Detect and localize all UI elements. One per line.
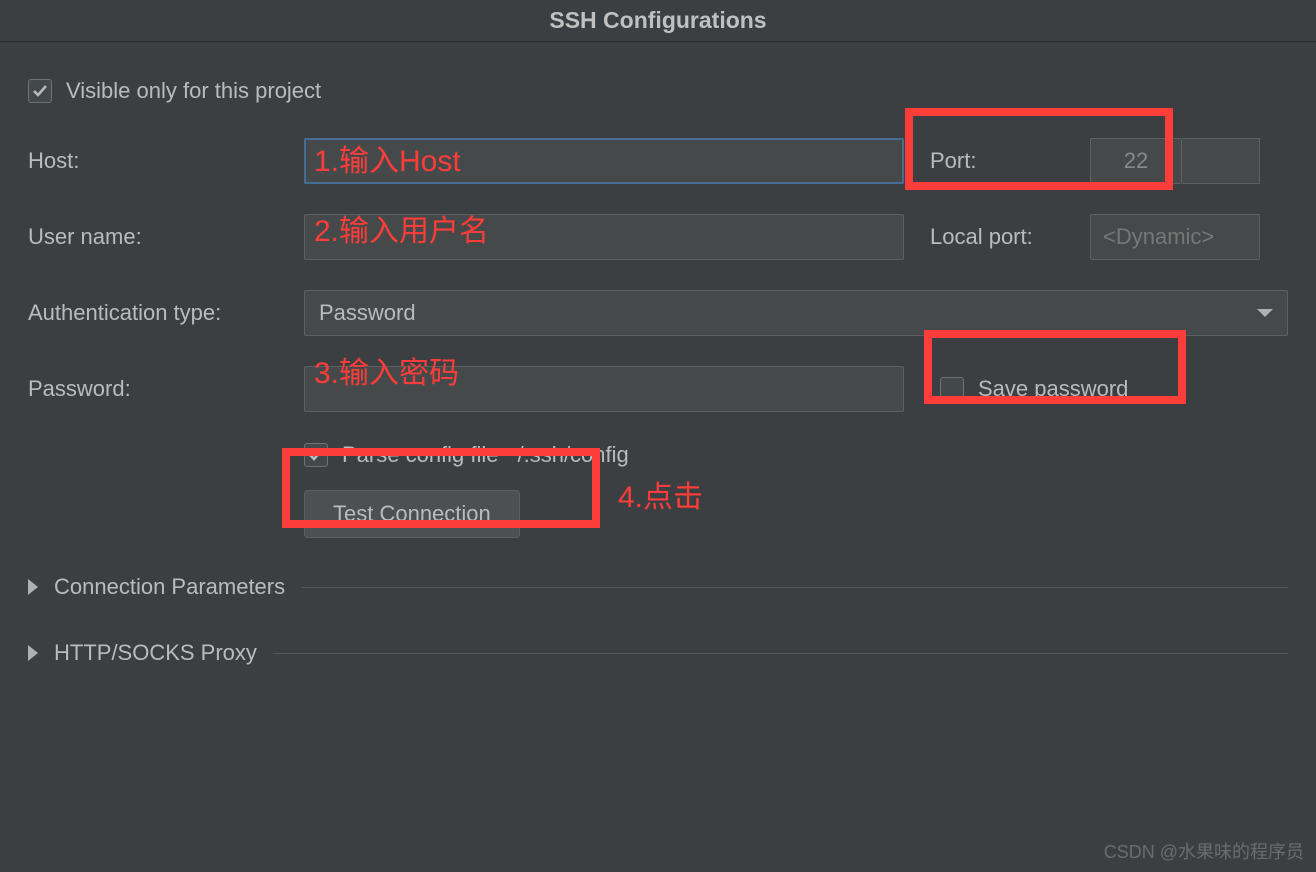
page-title: SSH Configurations xyxy=(549,7,766,34)
save-password-label: Save password xyxy=(978,376,1128,402)
host-label: Host: xyxy=(28,148,304,174)
disclosure-triangle-icon xyxy=(28,579,38,595)
visible-only-checkbox[interactable] xyxy=(28,79,52,103)
port-stepper[interactable] xyxy=(1182,138,1260,184)
username-label: User name: xyxy=(28,224,304,250)
section-connection-parameters[interactable]: Connection Parameters xyxy=(28,574,1288,600)
password-input[interactable] xyxy=(304,366,904,412)
divider xyxy=(273,653,1288,654)
section-proxy-label: HTTP/SOCKS Proxy xyxy=(54,640,257,666)
local-port-input[interactable] xyxy=(1090,214,1260,260)
visible-only-label: Visible only for this project xyxy=(66,78,321,104)
watermark: CSDN @水果味的程序员 xyxy=(1104,838,1304,864)
disclosure-triangle-icon xyxy=(28,645,38,661)
test-connection-label: Test Connection xyxy=(333,501,491,527)
auth-type-label: Authentication type: xyxy=(28,300,304,326)
username-input[interactable] xyxy=(304,214,904,260)
host-input[interactable] xyxy=(304,138,904,184)
parse-config-label: Parse config file ~/.ssh/config xyxy=(342,442,629,468)
parse-config-checkbox[interactable] xyxy=(304,443,328,467)
password-label: Password: xyxy=(28,376,304,402)
save-password-checkbox[interactable] xyxy=(940,377,964,401)
test-connection-button[interactable]: Test Connection xyxy=(304,490,520,538)
section-http-socks-proxy[interactable]: HTTP/SOCKS Proxy xyxy=(28,640,1288,666)
auth-type-select[interactable]: Password xyxy=(304,290,1288,336)
divider xyxy=(301,587,1288,588)
section-conn-params-label: Connection Parameters xyxy=(54,574,285,600)
title-bar: SSH Configurations xyxy=(0,0,1316,42)
port-input[interactable] xyxy=(1090,138,1182,184)
auth-type-value: Password xyxy=(319,300,416,326)
form-area: Visible only for this project Host: Port… xyxy=(0,42,1316,666)
chevron-down-icon xyxy=(1257,309,1273,317)
local-port-label: Local port: xyxy=(930,224,1090,250)
port-label: Port: xyxy=(930,148,1090,174)
